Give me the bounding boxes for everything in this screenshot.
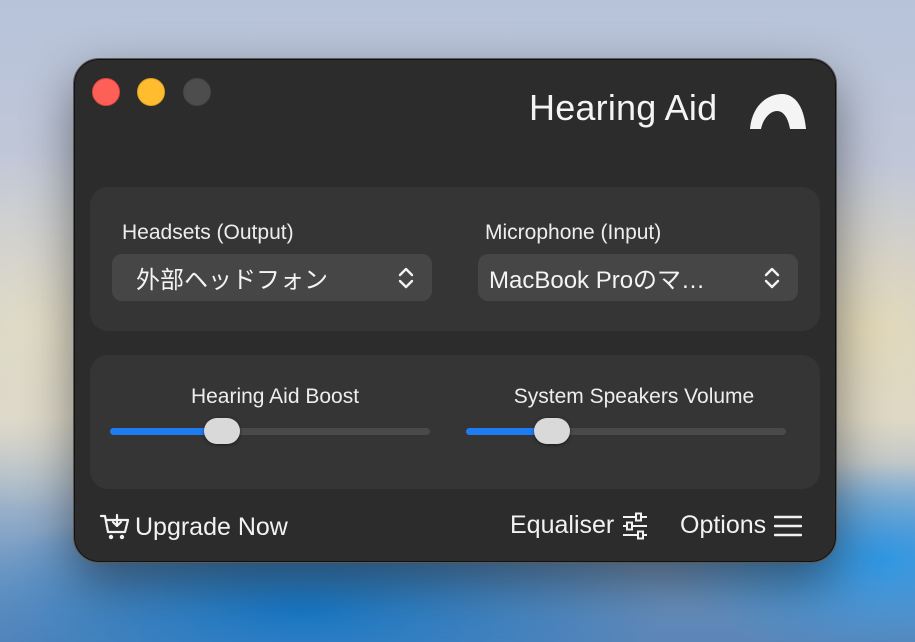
- output-label: Headsets (Output): [122, 221, 294, 244]
- hearing-aid-window: Hearing Aid Headsets (Output) 外部ヘッドフォン M…: [73, 58, 837, 563]
- input-device-select[interactable]: MacBook Proのマ…: [478, 254, 798, 301]
- minimize-button[interactable]: [137, 78, 165, 106]
- options-label: Options: [680, 511, 767, 539]
- boost-label: Hearing Aid Boost: [190, 385, 360, 408]
- output-device-value: 外部ヘッドフォン: [136, 267, 328, 294]
- speakers-volume-label: System Speakers Volume: [513, 385, 755, 408]
- speakers-volume-thumb[interactable]: [534, 418, 571, 444]
- options-button[interactable]: Options: [680, 511, 803, 540]
- upgrade-now-label: Upgrade Now: [135, 512, 288, 541]
- device-panel: Headsets (Output) 外部ヘッドフォン Microphone (I…: [90, 187, 820, 331]
- close-button[interactable]: [92, 78, 120, 106]
- upgrade-now-button[interactable]: Upgrade Now: [99, 511, 288, 543]
- equaliser-button[interactable]: Equaliser: [510, 511, 648, 540]
- menu-icon: [774, 515, 803, 536]
- sliders-icon: [623, 512, 648, 539]
- input-label: Microphone (Input): [485, 221, 662, 244]
- chevron-up-down-icon: [764, 267, 780, 289]
- boost-slider[interactable]: [110, 418, 430, 444]
- equaliser-label: Equaliser: [510, 511, 615, 539]
- boost-slider-thumb[interactable]: [204, 418, 240, 444]
- output-device-select[interactable]: 外部ヘッドフォン: [112, 254, 432, 301]
- zoom-button: [183, 78, 211, 106]
- levels-panel: Hearing Aid Boost System Speakers Volume: [90, 355, 820, 489]
- input-device-value: MacBook Proのマ…: [489, 267, 706, 294]
- speakers-volume-slider[interactable]: [466, 418, 786, 444]
- app-title: Hearing Aid: [529, 87, 718, 128]
- chevron-up-down-icon: [398, 267, 414, 289]
- cart-icon: [99, 513, 130, 540]
- half-dome-icon: [750, 94, 806, 129]
